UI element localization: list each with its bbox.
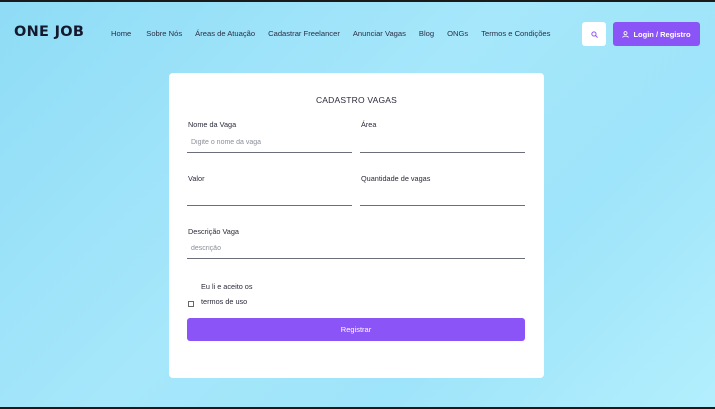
quantity-input[interactable]	[360, 185, 525, 206]
form-title: CADASTRO VAGAS	[315, 95, 398, 105]
description-input[interactable]	[187, 238, 525, 259]
nav-termos-condicoes[interactable]: Termos e Condições	[481, 29, 550, 38]
description-label: Descrição Vaga	[188, 227, 239, 236]
terms-line-1: Eu li e aceito os	[201, 282, 253, 291]
terms-line-2: termos de uso	[201, 297, 248, 306]
nav-sobre-nos[interactable]: Sobre Nós	[146, 29, 182, 38]
login-register-label: Login / Registro	[633, 29, 691, 39]
terms-row: Eu li e aceito os termos de uso	[188, 279, 271, 309]
register-button[interactable]: Registrar	[187, 318, 525, 341]
job-name-label: Nome da Vaga	[188, 120, 237, 129]
nav-ongs[interactable]: ONGs	[447, 29, 468, 38]
nav-cadastrar-freelancer[interactable]: Cadastrar Freelancer	[268, 29, 340, 38]
nav-home[interactable]: Home	[111, 29, 131, 38]
value-label: Valor	[188, 174, 205, 183]
nav-anunciar-vagas[interactable]: Anunciar Vagas	[353, 29, 406, 38]
search-button[interactable]	[582, 22, 606, 46]
area-input[interactable]	[360, 132, 525, 153]
nav-menu: Home Sobre Nós Áreas de Atuação Cadastra…	[111, 29, 550, 38]
user-icon	[622, 30, 630, 38]
terms-label[interactable]: Eu li e aceito os termos de uso	[201, 279, 271, 309]
area-label: Área	[361, 120, 377, 129]
nav-areas-atuacao[interactable]: Áreas de Atuação	[195, 29, 255, 38]
job-name-input[interactable]	[187, 132, 352, 153]
job-registration-card: CADASTRO VAGAS Nome da Vaga Área Valor Q…	[169, 73, 544, 378]
terms-checkbox[interactable]	[188, 301, 194, 307]
nav-blog[interactable]: Blog	[419, 29, 434, 38]
logo[interactable]: ONE JOB	[14, 24, 84, 40]
quantity-label: Quantidade de vagas	[361, 174, 431, 183]
page-background: ONE JOB Home Sobre Nós Áreas de Atuação …	[0, 2, 715, 407]
value-input[interactable]	[187, 185, 352, 206]
navbar: ONE JOB Home Sobre Nós Áreas de Atuação …	[0, 2, 715, 64]
login-register-button[interactable]: Login / Registro	[613, 22, 700, 46]
search-icon	[590, 30, 598, 38]
